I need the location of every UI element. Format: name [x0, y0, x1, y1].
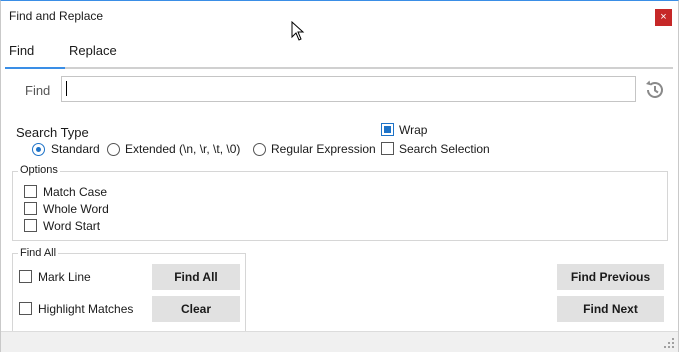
radio-standard[interactable] [32, 143, 45, 156]
close-icon: × [660, 11, 667, 23]
mouse-cursor-icon [291, 21, 305, 41]
radio-regular-expression[interactable] [253, 143, 266, 156]
whole-word-label: Whole Word [43, 202, 109, 216]
find-all-button[interactable]: Find All [152, 264, 240, 290]
search-selection-label: Search Selection [399, 142, 490, 156]
search-type-title: Search Type [16, 125, 89, 140]
word-start-checkbox[interactable] [24, 219, 37, 232]
find-replace-dialog: Find and Replace × Find Replace Find Sea… [0, 0, 679, 352]
options-group [12, 171, 668, 241]
radio-standard-label: Standard [51, 142, 100, 156]
window-title: Find and Replace [9, 9, 104, 23]
tab-find[interactable]: Find [9, 43, 34, 58]
options-title: Options [18, 164, 60, 176]
find-label: Find [25, 83, 51, 98]
find-input[interactable] [61, 76, 636, 102]
tab-divider [65, 67, 673, 69]
search-selection-checkbox[interactable] [381, 142, 394, 155]
clear-button[interactable]: Clear [152, 296, 240, 322]
whole-word-checkbox[interactable] [24, 202, 37, 215]
tab-strip: Find Replace [5, 39, 673, 71]
text-caret [66, 81, 67, 96]
find-all-title: Find All [18, 247, 59, 259]
highlight-matches-checkbox[interactable] [19, 302, 32, 315]
close-button[interactable]: × [655, 9, 672, 26]
wrap-label: Wrap [399, 123, 428, 137]
highlight-matches-label: Highlight Matches [38, 302, 134, 316]
title-bar[interactable]: Find and Replace × [1, 1, 678, 31]
radio-regex-label: Regular Expression [271, 142, 376, 156]
mark-line-label: Mark Line [38, 270, 91, 284]
find-next-button[interactable]: Find Next [557, 296, 664, 322]
wrap-checkbox[interactable] [381, 123, 394, 136]
tab-replace[interactable]: Replace [69, 43, 117, 58]
mark-line-checkbox[interactable] [19, 270, 32, 283]
resize-grip-icon[interactable] [663, 337, 675, 349]
find-previous-button[interactable]: Find Previous [557, 264, 664, 290]
history-icon[interactable] [643, 78, 667, 102]
match-case-checkbox[interactable] [24, 185, 37, 198]
active-tab-indicator [5, 67, 65, 69]
radio-extended[interactable] [107, 143, 120, 156]
word-start-label: Word Start [43, 219, 101, 233]
status-bar [1, 331, 678, 352]
radio-extended-label: Extended (\n, \r, \t, \0) [125, 142, 241, 156]
match-case-label: Match Case [43, 185, 108, 199]
